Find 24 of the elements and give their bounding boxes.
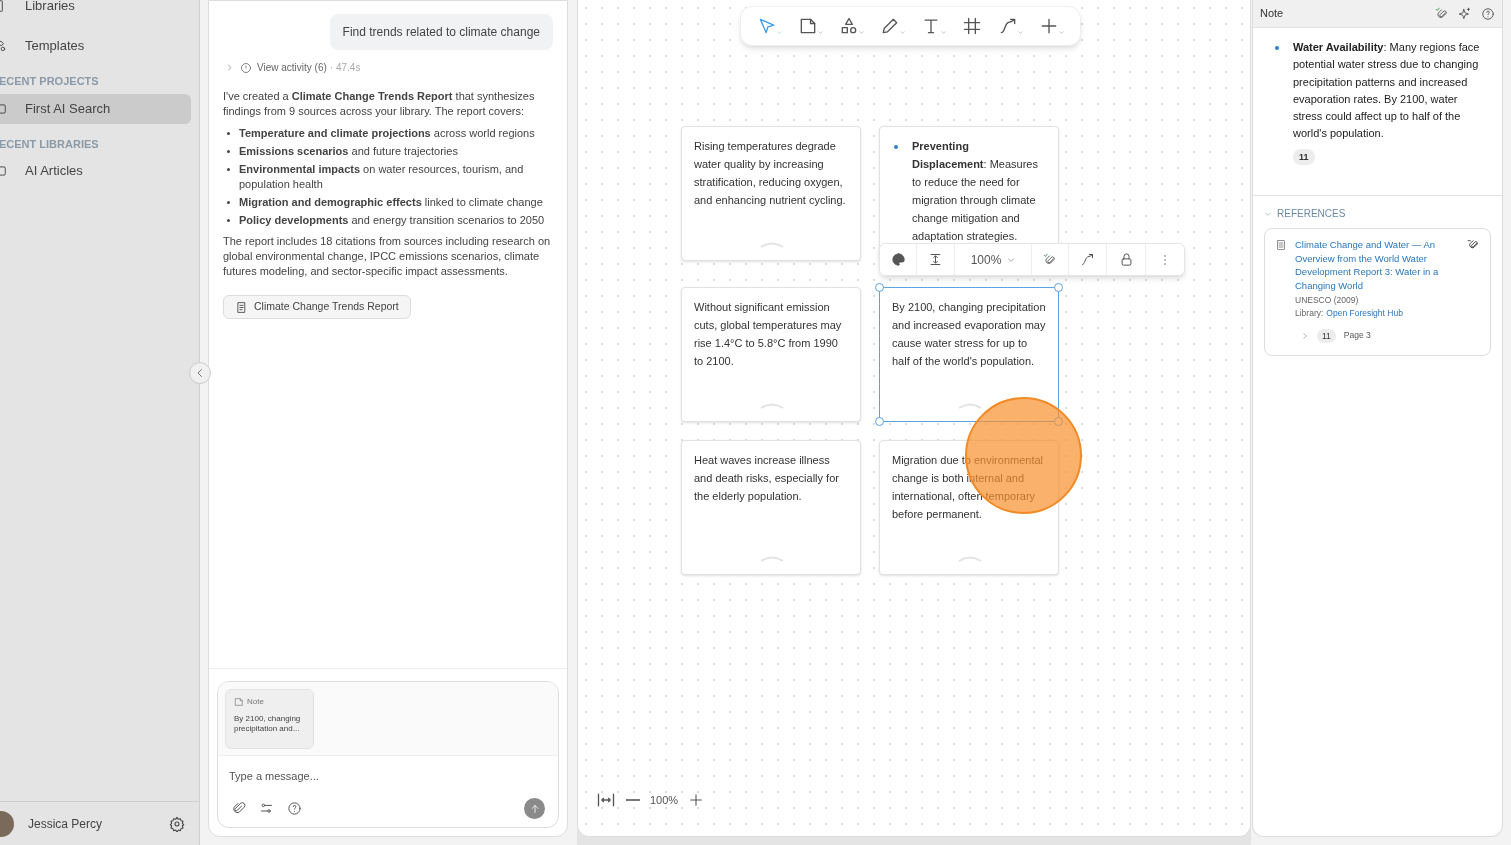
zoom-level: 100% [650, 792, 679, 808]
elapsed-time: · 47.4s [329, 61, 361, 75]
bullet-text: Migration and demographic effects linked to climate change [239, 195, 543, 210]
card-text: Without significant emission cuts, global temperatures may rise 1.4°C to 5.8°C from 1990 to 2100. [694, 300, 843, 369]
attachment-text: By 2100, changing precipitation and... [234, 713, 302, 734]
attachment-title: Note [247, 695, 264, 708]
bullet-text: Temperature and climate projections across world regions [239, 126, 535, 141]
card-text: Preventing Displacement: Measures to reduce the need for migration through climate change mitigation and adaptation strategies. [912, 139, 1039, 244]
bullet-text: Policy developments and energy transition scenarios to 2050 [239, 213, 545, 228]
user-message: Find trends related to climate change [329, 14, 553, 50]
library-label: Library: [1295, 306, 1324, 320]
panel-title: Note [1260, 6, 1285, 22]
card-text: Heat waves increase illness and death risks, especially for the elderly population. [694, 453, 840, 504]
page-label: Page 3 [1343, 329, 1371, 342]
user-name: Jessica Percy [28, 815, 104, 833]
response-text: I've created a Climate Change Trends Report that synthesizes findings from 9 sources across your library. The report covers: [223, 89, 536, 119]
section-heading: ECENT LIBRARIES [0, 136, 100, 152]
card-text: Rising temperatures degrade water quality by increasing stratification, reducing oxygen, and enhancing nutrient cycling. [694, 139, 847, 208]
card-text: By 2100, changing precipitation and increased evaporation may cause water stress for up to half of the world's population. [892, 300, 1046, 369]
reference-source: UNESCO (2009) [1295, 294, 1360, 307]
response-text: The report includes 18 citations from sources including research on global environmental change, IPCC emissions scenarios, climate futures modeling, and sector-specific impact assessments. [223, 234, 552, 279]
section-heading: ECENT PROJECTS [0, 74, 100, 89]
note-text: Water Availability: Many regions face potential water stress due to changing precipitation patterns and increased evaporation rates. By 2100, water stress could affect up to half of the world's population. [1293, 40, 1481, 142]
bullet-text: Emissions scenarios and future trajectories [239, 144, 458, 159]
